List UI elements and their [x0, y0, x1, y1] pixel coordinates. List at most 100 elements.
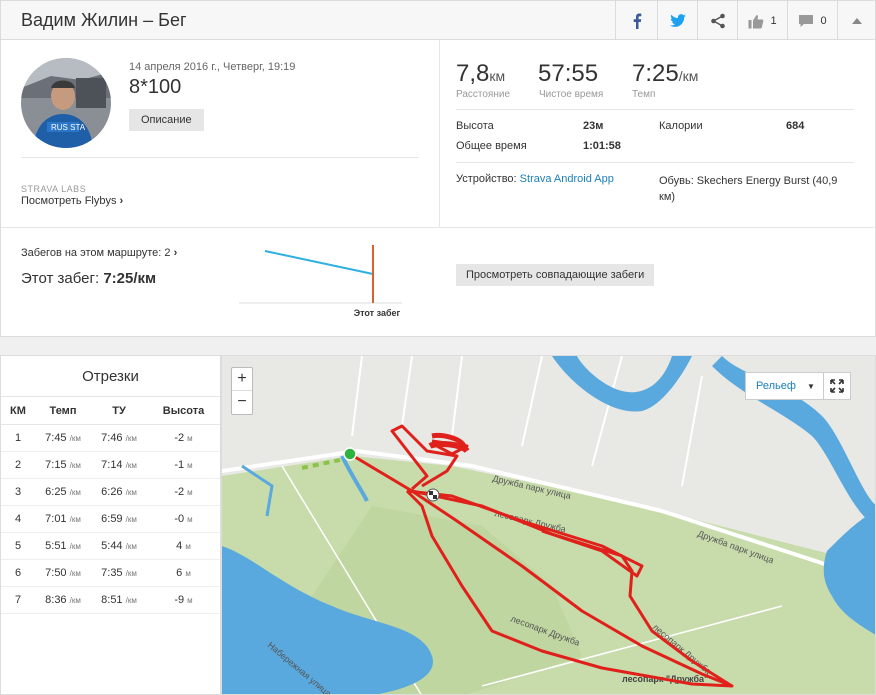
this-run-value: 7:25/км [103, 270, 157, 287]
split-pace-value: 7:01 [45, 513, 67, 525]
split-row[interactable]: 7 8:36 /км 8:51 /км -9 м [1, 586, 220, 614]
moving-time-label: Чистое время [539, 89, 604, 100]
fullscreen-button[interactable] [823, 372, 851, 400]
divider [439, 40, 440, 227]
comment-icon [799, 15, 814, 27]
split-elevation-value: -2 [174, 486, 185, 498]
split-row[interactable]: 1 7:45 /км 7:46 /км -2 м [1, 424, 220, 452]
divider [1, 227, 875, 228]
split-elevation: 6 м [147, 559, 220, 587]
split-row[interactable]: 6 7:50 /км 7:35 /км 6 м [1, 559, 220, 587]
expand-icon [830, 379, 844, 393]
zoom-in-button[interactable]: + [232, 368, 252, 391]
chevron-right-icon: › [119, 195, 124, 207]
split-pace-value: 7:45 [45, 432, 67, 444]
calories-label: Калории [659, 120, 703, 132]
split-elevation-unit: м [187, 488, 193, 497]
split-pace-value: 8:36 [45, 594, 67, 606]
split-gap-value: 7:14 [101, 459, 123, 471]
split-pace-unit: /км [69, 542, 81, 551]
pace-unit: /км [678, 68, 699, 84]
split-pace-unit: /км [69, 434, 81, 443]
comments-count: 0 [820, 15, 827, 27]
distance-value: 7,8 [456, 60, 490, 87]
split-gap-value: 7:35 [101, 567, 123, 579]
elevation-label: Высота [456, 120, 494, 132]
flybys-link[interactable]: Посмотреть Flybys › [21, 195, 123, 207]
share-button[interactable] [697, 1, 737, 41]
distance-stat: 7,8км [456, 60, 505, 88]
split-km: 2 [1, 451, 35, 479]
kudos-button[interactable]: 1 [737, 1, 787, 41]
split-gap-unit: /км [125, 515, 137, 524]
shoes-info: Обувь: Skechers Energy Burst (40,9 км) [659, 175, 838, 203]
facebook-icon [633, 13, 641, 29]
split-gap-value: 6:26 [101, 486, 123, 498]
view-matching-runs-button[interactable]: Просмотреть совпадающие забеги [456, 264, 655, 286]
route-map[interactable]: Дружба парк улица Дружба парк улица лесо… [221, 355, 876, 695]
split-pace-unit: /км [69, 569, 81, 578]
split-pace-value: 6:25 [45, 486, 67, 498]
device-label: Устройство: [456, 173, 517, 185]
splits-panel: Отрезки КМ Темп ТУ Высота 1 7:45 /км 7:46 … [0, 355, 221, 695]
facebook-share-button[interactable] [615, 1, 657, 41]
caret-down-icon: ▼ [807, 382, 815, 391]
split-elevation-value: -2 [174, 432, 185, 444]
split-km-value: 1 [14, 432, 22, 444]
activity-name: 8*100 [129, 76, 182, 98]
device-link[interactable]: Strava Android App [520, 173, 614, 185]
split-gap: 7:35 /км [91, 559, 147, 587]
split-gap-value: 8:51 [101, 594, 123, 606]
split-gap-value: 5:44 [101, 540, 123, 552]
finish-flag-icon [426, 488, 440, 502]
split-gap: 6:59 /км [91, 505, 147, 533]
split-km: 1 [1, 424, 35, 452]
split-pace-unit: /км [69, 488, 81, 497]
caret-up-icon [851, 18, 862, 24]
split-row[interactable]: 4 7:01 /км 6:59 /км -0 м [1, 505, 220, 533]
route-comparison-chart: Этот забег [239, 245, 402, 318]
split-pace: 6:25 /км [35, 478, 91, 506]
twitter-share-button[interactable] [657, 1, 697, 41]
avatar[interactable]: RUS STA [21, 58, 111, 148]
zoom-out-button[interactable]: − [232, 391, 252, 414]
split-km-value: 6 [14, 567, 22, 579]
this-run-chart-label: Этот забег [354, 308, 401, 318]
split-elevation-unit: м [187, 434, 193, 443]
split-elevation-unit: м [185, 542, 191, 551]
split-row[interactable]: 3 6:25 /км 6:26 /км -2 м [1, 478, 220, 506]
split-gap-unit: /км [125, 542, 137, 551]
split-elevation: -2 м [147, 478, 220, 506]
split-gap-unit: /км [125, 596, 137, 605]
split-km: 5 [1, 532, 35, 560]
split-elevation-unit: м [187, 461, 193, 470]
split-row[interactable]: 2 7:15 /км 7:14 /км -1 м [1, 451, 220, 479]
splits-title: Отрезки [82, 368, 139, 385]
route-runs-link[interactable]: Забегов на этом маршруте: 2 › [21, 247, 177, 259]
map-type-label: Рельеф [756, 380, 796, 392]
comments-button[interactable]: 0 [787, 1, 837, 41]
collapse-button[interactable] [837, 1, 875, 41]
split-elevation: -1 м [147, 451, 220, 479]
split-elevation-value: -1 [174, 459, 185, 471]
split-pace: 8:36 /км [35, 586, 91, 614]
split-row[interactable]: 5 5:51 /км 5:44 /км 4 м [1, 532, 220, 560]
split-pace: 7:15 /км [35, 451, 91, 479]
split-pace: 5:51 /км [35, 532, 91, 560]
split-elevation: 4 м [147, 532, 220, 560]
pace-label: Темп [632, 89, 656, 100]
device-info: Устройство: Strava Android App [456, 173, 614, 185]
split-pace: 7:45 /км [35, 424, 91, 452]
split-pace-value: 7:50 [45, 567, 67, 579]
splits-header-row: КМ Темп ТУ Высота [1, 396, 220, 425]
split-elevation: -2 м [147, 424, 220, 452]
split-elevation-unit: м [185, 569, 191, 578]
split-elevation-value: 4 [176, 540, 183, 552]
moving-time-value: 57:55 [538, 60, 599, 87]
split-km-value: 3 [14, 486, 22, 498]
splits-table: КМ Темп ТУ Высота 1 7:45 /км 7:46 /км -2 м2… [1, 396, 220, 614]
header-bar: Вадим Жилин – Бег 1 0 [0, 0, 876, 41]
col-elevation: Высота [147, 396, 220, 425]
map-type-select[interactable]: Рельеф ▼ [745, 372, 826, 400]
description-button[interactable]: Описание [129, 109, 204, 131]
